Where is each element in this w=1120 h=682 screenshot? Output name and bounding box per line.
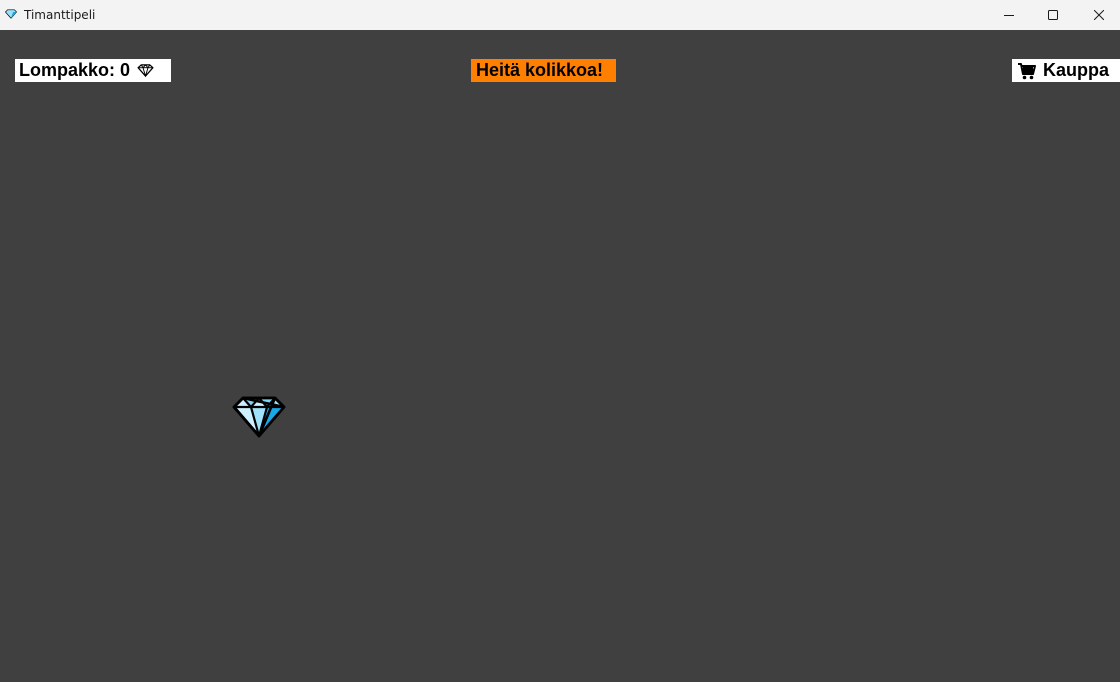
maximize-icon [1048, 10, 1058, 20]
shop-button[interactable]: Kauppa [1012, 59, 1120, 82]
flip-coin-label: Heitä kolikkoa! [476, 60, 604, 80]
title-bar[interactable]: Timanttipeli [0, 0, 1120, 30]
maximize-button[interactable] [1030, 0, 1076, 30]
minimize-icon [1004, 15, 1014, 16]
window-title: Timanttipeli [24, 8, 96, 22]
wallet-display: Lompakko: 0 [15, 59, 171, 82]
wallet-label: Lompakko: 0 [19, 60, 131, 80]
close-button[interactable] [1076, 0, 1120, 30]
close-icon [1094, 10, 1104, 20]
cart-icon [1018, 62, 1036, 79]
diamond-icon [137, 64, 154, 77]
shop-label: Kauppa [1043, 60, 1110, 80]
diamond-icon [5, 9, 17, 19]
flip-coin-button[interactable]: Heitä kolikkoa! [471, 59, 616, 82]
diamond-icon[interactable] [232, 396, 286, 438]
minimize-button[interactable] [986, 0, 1032, 30]
game-canvas[interactable]: Lompakko: 0 Heitä kolikkoa! Kauppa [0, 30, 1120, 682]
game-window: Timanttipeli Lompakko: 0 Heitä kolikkoa!… [0, 0, 1120, 682]
